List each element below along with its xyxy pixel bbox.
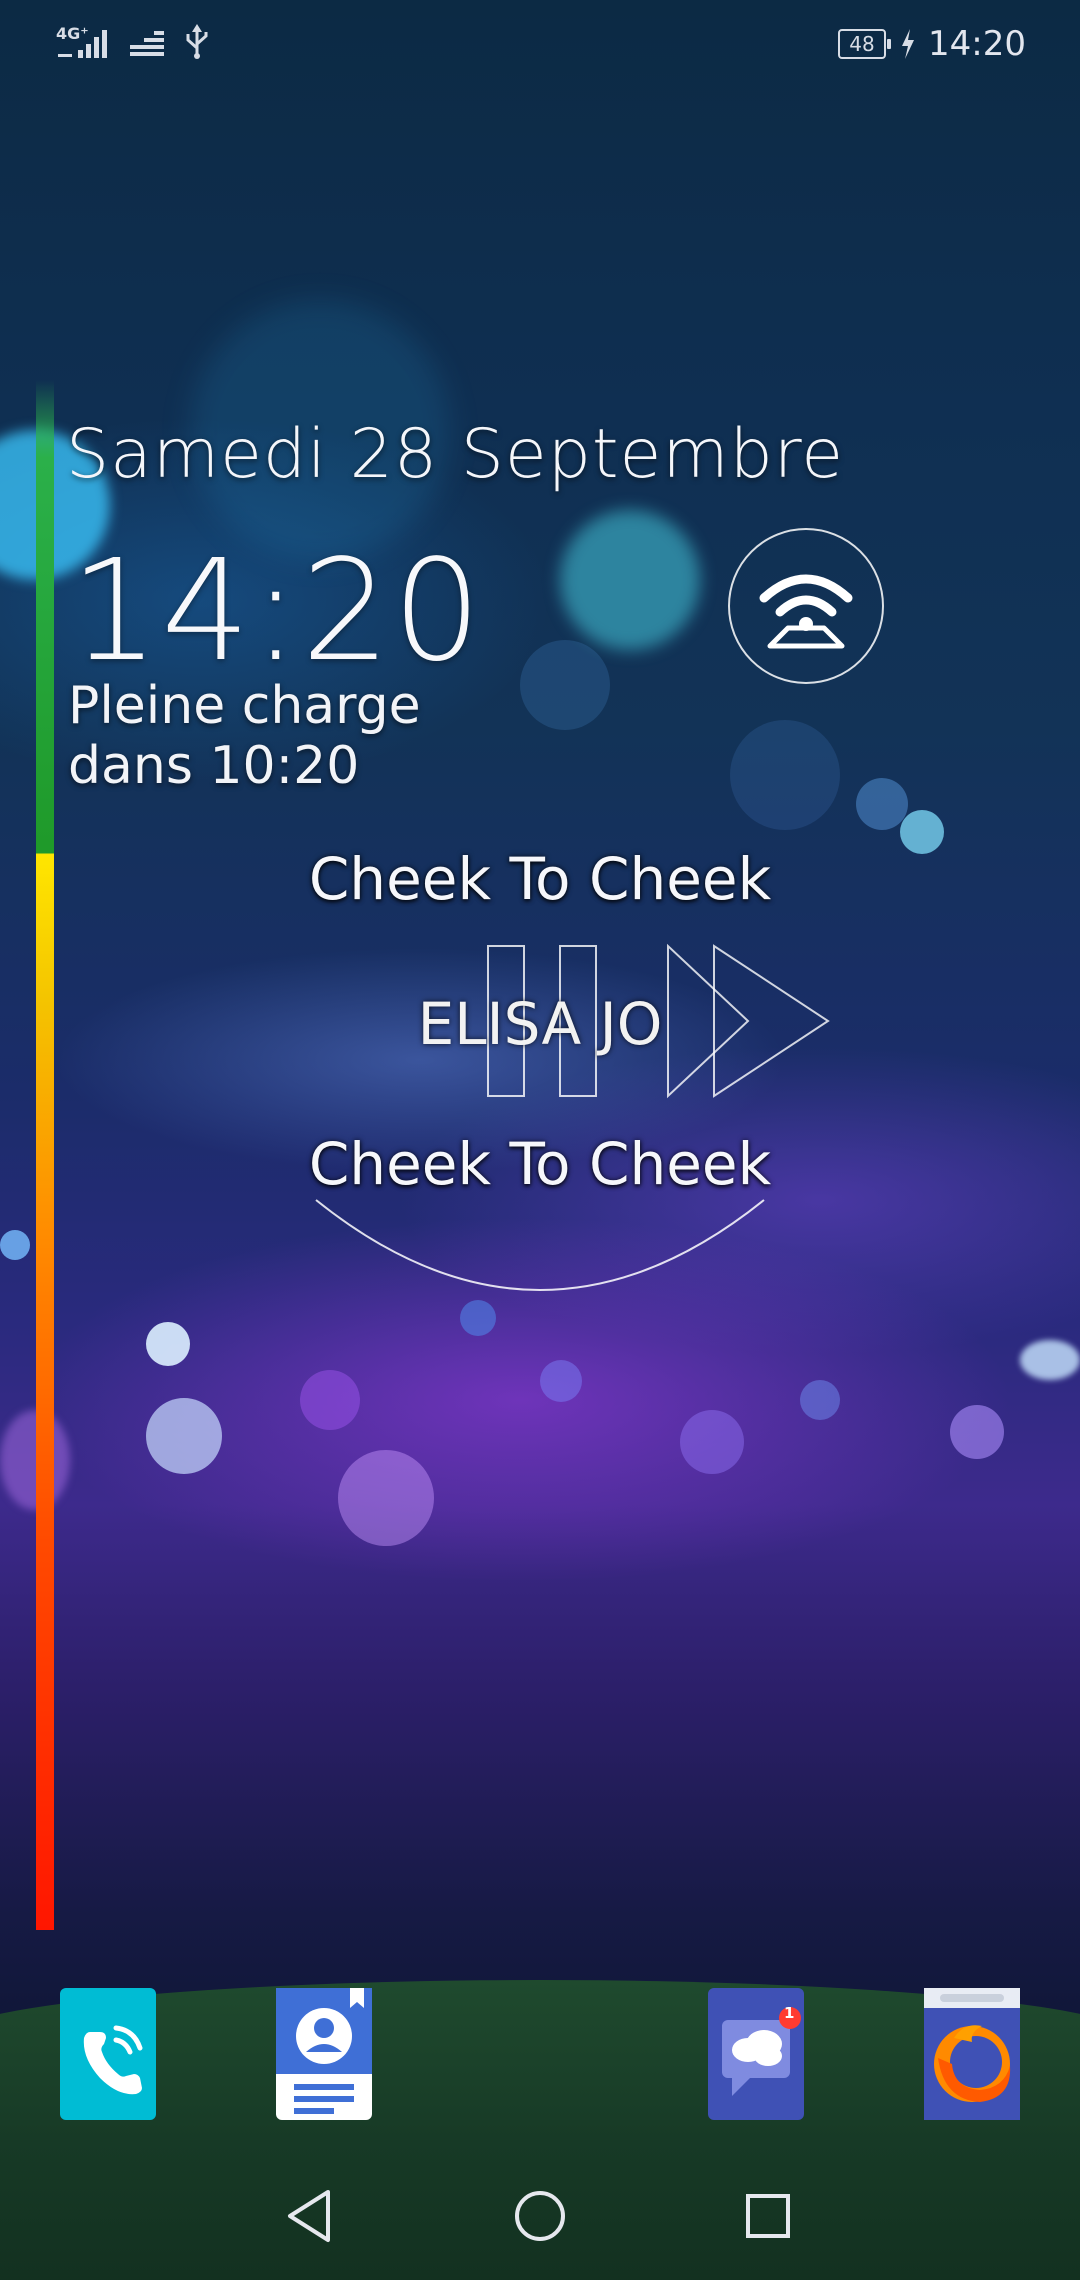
bokeh-light	[1020, 1340, 1080, 1380]
bokeh-light	[146, 1398, 222, 1474]
contacts-app-icon[interactable]	[276, 1988, 372, 2120]
home-icon[interactable]	[515, 2191, 565, 2241]
bokeh-light	[300, 1370, 360, 1430]
lockscreen-date: Samedi 28 Septembre	[66, 415, 845, 494]
bokeh-light	[730, 720, 840, 830]
lock-screen: 4G⁺ 48 14:20 Samedi 28 Septembre 14:20 P…	[0, 0, 1080, 2280]
status-bar: 4G⁺ 48 14:20	[0, 0, 1080, 90]
phone-app-icon[interactable]	[60, 1988, 156, 2120]
firefox-icon	[924, 1988, 1020, 2120]
wifi-icon	[759, 574, 853, 649]
wifi-toggle-button[interactable]	[728, 528, 884, 684]
recents-icon[interactable]	[746, 2194, 790, 2238]
status-icons-left: 4G⁺	[56, 24, 210, 60]
firefox-app-icon[interactable]	[924, 1988, 1020, 2120]
status-time: 14:20	[928, 24, 1026, 64]
artist-name: ELISA JO	[417, 990, 663, 1058]
cellular-signal-icon: 4G⁺	[56, 24, 112, 60]
bokeh-light	[520, 640, 610, 730]
bokeh-light	[560, 510, 700, 650]
data-signal-icon	[130, 31, 164, 56]
status-icons-right: 48 14:20	[838, 24, 1026, 64]
back-icon[interactable]	[288, 2190, 330, 2242]
messages-app-icon[interactable]: 1	[708, 1988, 804, 2120]
charge-status-text: Pleine charge dans 10:20	[68, 676, 421, 796]
navigation-bar	[288, 2190, 790, 2242]
usb-icon	[186, 24, 208, 59]
charging-bolt-icon	[902, 29, 915, 59]
notification-badge-count: 1	[784, 2004, 795, 2022]
bokeh-light	[338, 1450, 434, 1546]
lockscreen-clock: 14:20	[70, 530, 484, 693]
progress-arc	[315, 1199, 765, 1291]
bokeh-light	[146, 1322, 190, 1366]
bokeh-light	[0, 1410, 70, 1510]
bokeh-light	[856, 778, 908, 830]
song-title: Cheek To Cheek	[308, 845, 772, 913]
bokeh-light	[950, 1405, 1004, 1459]
bokeh-light	[540, 1360, 582, 1402]
bokeh-light	[680, 1410, 744, 1474]
phone-icon	[83, 2025, 143, 2095]
battery-icon: 48	[838, 29, 892, 59]
contacts-icon	[276, 1988, 372, 2114]
bokeh-light	[800, 1380, 840, 1420]
